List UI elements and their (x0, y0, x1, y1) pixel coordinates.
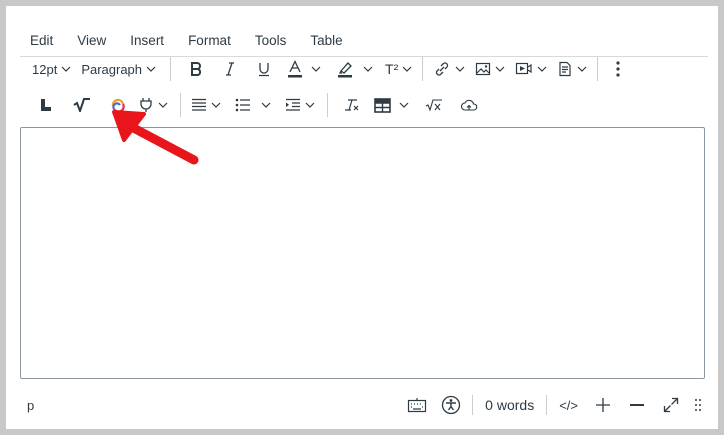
drag-handle-icon (695, 399, 701, 411)
toolbar-divider (422, 57, 424, 81)
image-button[interactable] (475, 56, 505, 82)
chevron-down-icon (211, 102, 221, 108)
indent-icon (286, 98, 300, 111)
menu-tools[interactable]: Tools (255, 33, 287, 48)
font-size-select[interactable]: 12pt (32, 56, 71, 82)
media-button[interactable] (515, 56, 547, 82)
chevron-down-icon (537, 66, 547, 72)
bold-button[interactable] (183, 56, 209, 82)
math-equation-button[interactable] (70, 92, 94, 118)
align-left-icon (192, 98, 206, 111)
menu-table[interactable]: Table (310, 33, 342, 48)
toolbar-row-2 (20, 90, 481, 120)
html-editor-toggle[interactable]: </> (555, 398, 582, 413)
keyboard-icon (408, 398, 427, 413)
document-icon (559, 61, 571, 77)
clear-formatting-icon (345, 99, 359, 111)
list-button[interactable] (235, 92, 271, 118)
menu-view[interactable]: View (77, 33, 106, 48)
element-path[interactable]: p (27, 398, 34, 413)
document-button[interactable] (557, 56, 587, 82)
highlighter-icon (338, 62, 353, 78)
menu-insert[interactable]: Insert (130, 33, 164, 48)
video-icon (516, 62, 532, 75)
block-format-select[interactable]: Paragraph (81, 56, 156, 82)
minus-icon (630, 404, 644, 406)
underline-button[interactable] (251, 56, 277, 82)
status-divider (472, 395, 474, 415)
sqrt-x-icon (425, 99, 442, 112)
more-vertical-icon (616, 61, 620, 77)
chevron-down-icon (305, 102, 315, 108)
text-color-icon (288, 60, 303, 78)
table-icon (374, 97, 391, 113)
font-size-value: 12pt (32, 61, 58, 77)
chevron-down-icon (455, 66, 465, 72)
indent-button[interactable] (285, 92, 315, 118)
increase-size-button[interactable] (590, 392, 616, 418)
menu-edit[interactable]: Edit (30, 33, 53, 48)
accessibility-icon (442, 395, 461, 415)
chevron-down-icon (146, 66, 156, 72)
menu-format[interactable]: Format (188, 33, 231, 48)
more-options-button[interactable] (608, 56, 628, 82)
chevron-down-icon (495, 66, 505, 72)
lti-tool-icon (41, 99, 51, 111)
word-count[interactable]: 0 words (481, 397, 538, 413)
underline-icon (259, 63, 270, 77)
menubar: Edit View Insert Format Tools Table (20, 24, 708, 57)
bold-icon (191, 62, 202, 76)
chevron-down-icon (402, 66, 412, 72)
cloud-icon (460, 99, 478, 111)
chevron-down-icon (363, 66, 373, 72)
italic-icon (226, 62, 235, 76)
text-color-button[interactable] (287, 56, 321, 82)
chevron-down-icon (399, 102, 409, 108)
cloud-upload-button[interactable] (457, 92, 481, 118)
math-button[interactable] (423, 92, 445, 118)
clear-formatting-button[interactable] (340, 92, 362, 118)
accessibility-checker-button[interactable] (438, 392, 464, 418)
bullet-list-icon (235, 98, 250, 112)
superscript-icon: T² (385, 61, 399, 77)
lti-tool-button[interactable] (34, 92, 58, 118)
expand-icon (663, 397, 679, 413)
block-format-value: Paragraph (81, 61, 143, 77)
toolbar-row-1: 12pt Paragraph T² (20, 54, 628, 84)
fullscreen-button[interactable] (658, 392, 684, 418)
status-bar-actions: 0 words </> (404, 392, 708, 418)
align-button[interactable] (191, 92, 221, 118)
toolbar-divider (327, 93, 328, 117)
plug-icon (140, 98, 152, 112)
colorful-logo-icon (111, 98, 125, 113)
toolbar-divider (180, 93, 181, 117)
resize-handle[interactable] (688, 392, 708, 418)
editor-content-area[interactable] (20, 127, 705, 379)
status-bar: p 0 words </> (20, 390, 708, 420)
apps-plugin-button[interactable] (138, 92, 168, 118)
chevron-down-icon (261, 102, 271, 108)
keyboard-shortcuts-button[interactable] (404, 392, 430, 418)
decrease-size-button[interactable] (624, 392, 650, 418)
chevron-down-icon (577, 66, 587, 72)
rich-content-editor: Edit View Insert Format Tools Table 12pt… (6, 6, 718, 429)
image-icon (476, 62, 491, 76)
square-root-icon (73, 98, 90, 112)
toolbar-divider (597, 57, 599, 81)
toolbar-divider (170, 57, 172, 81)
link-icon (436, 62, 449, 76)
link-button[interactable] (433, 56, 465, 82)
status-divider (546, 395, 548, 415)
table-button[interactable] (374, 92, 409, 118)
google-drive-button[interactable] (106, 92, 130, 118)
chevron-down-icon (311, 66, 321, 72)
chevron-down-icon (158, 102, 168, 108)
plus-icon (596, 398, 610, 412)
superscript-button[interactable]: T² (385, 56, 412, 82)
highlight-color-button[interactable] (337, 56, 373, 82)
italic-button[interactable] (217, 56, 243, 82)
chevron-down-icon (61, 66, 71, 72)
